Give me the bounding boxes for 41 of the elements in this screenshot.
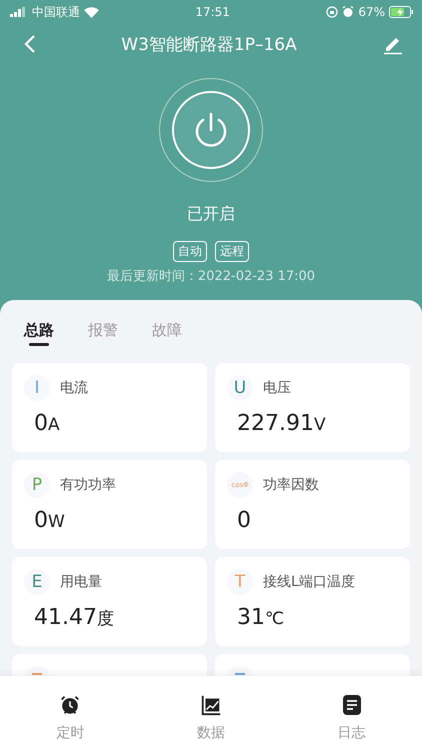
device-state: 已开启 bbox=[187, 204, 235, 225]
wifi-icon bbox=[84, 6, 99, 18]
line-chart-icon bbox=[200, 694, 222, 716]
metric-value: 31℃ bbox=[236, 605, 286, 630]
tab[interactable]: 故障 bbox=[152, 318, 182, 343]
alarm-clock-icon bbox=[59, 694, 82, 716]
metric-value: 227.91V bbox=[236, 411, 327, 436]
alarm-icon bbox=[342, 6, 354, 18]
nav-item[interactable]: 数据 bbox=[166, 676, 256, 750]
metric-label: 有功功率 bbox=[60, 476, 116, 494]
metric-symbol: P bbox=[24, 472, 50, 498]
carrier-name: 中国联通 bbox=[32, 4, 80, 20]
rotation-lock-icon bbox=[326, 6, 338, 18]
metric-value: 41.47度 bbox=[33, 605, 115, 630]
tab[interactable]: 报警 bbox=[88, 318, 118, 343]
mode-tag: 远程 bbox=[215, 241, 249, 262]
metric-symbol: T bbox=[227, 569, 253, 595]
last-updated: 最后更新时间：2022-02-23 17:00 bbox=[106, 268, 316, 285]
metric-label: 电流 bbox=[60, 379, 88, 397]
mode-tag: 自动 bbox=[173, 241, 207, 262]
document-icon bbox=[342, 694, 362, 716]
page-title: W3智能断路器1P–16A bbox=[121, 34, 297, 56]
metric-label: 用电量 bbox=[60, 573, 102, 591]
metric-symbol: U bbox=[227, 375, 253, 401]
clock-time: 17:51 bbox=[195, 5, 230, 19]
tab[interactable]: 总路 bbox=[24, 318, 54, 343]
nav-item[interactable]: 定时 bbox=[25, 676, 116, 750]
battery-percent: 67% bbox=[358, 5, 385, 19]
metric-label: 接线L端口温度 bbox=[263, 573, 355, 591]
metric-label: 电压 bbox=[263, 379, 291, 397]
power-button[interactable] bbox=[172, 91, 250, 169]
back-icon[interactable] bbox=[24, 34, 36, 54]
metric-value: 0 bbox=[236, 508, 252, 533]
nav-item[interactable]: 日志 bbox=[306, 676, 397, 750]
metric-symbol: E bbox=[24, 569, 50, 595]
battery-icon bbox=[388, 6, 414, 18]
metric-label: 功率因数 bbox=[263, 476, 319, 494]
metric-symbol: I bbox=[24, 375, 50, 401]
metric-value: 0A bbox=[33, 411, 61, 436]
signal-icon bbox=[10, 7, 28, 17]
metric-value: 0W bbox=[33, 508, 66, 533]
